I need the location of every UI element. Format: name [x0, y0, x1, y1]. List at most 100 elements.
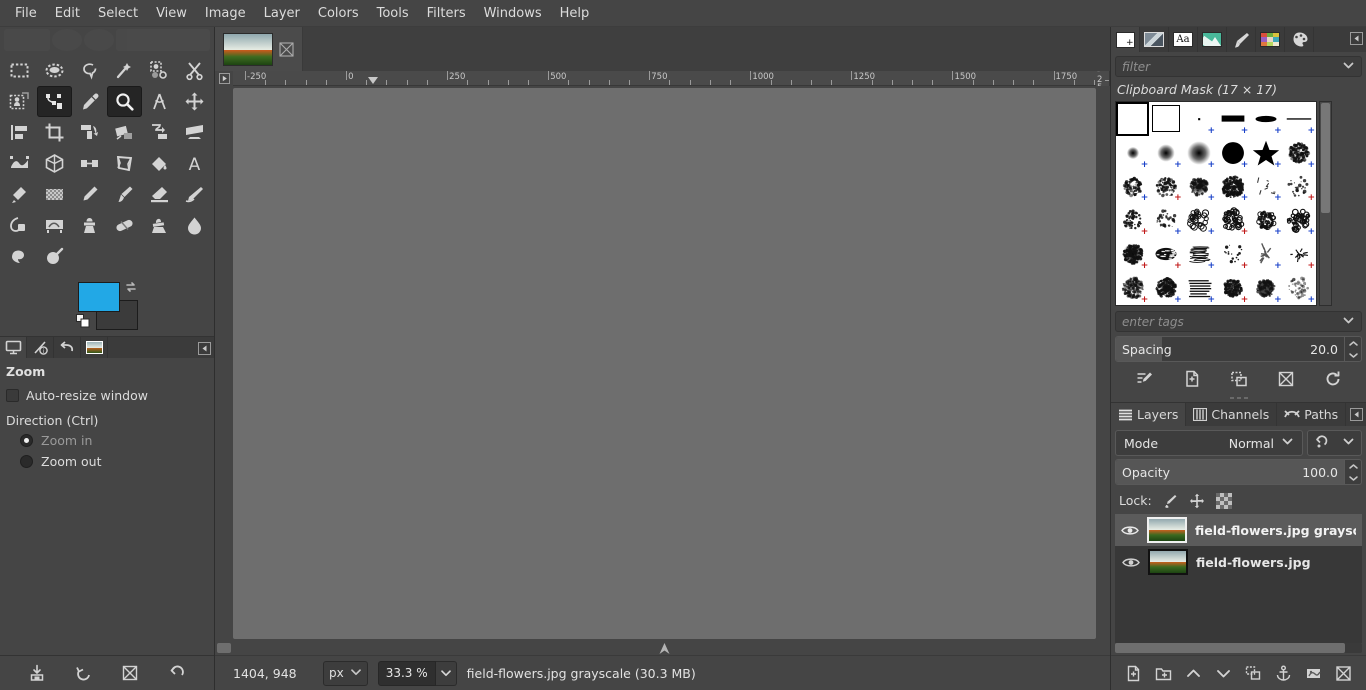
raise-layer-button[interactable] [1182, 661, 1206, 685]
tool-zoom[interactable] [107, 86, 142, 117]
edit-brush-button[interactable] [1133, 367, 1157, 391]
tool-free-select[interactable] [72, 55, 107, 86]
tool-move[interactable] [177, 86, 212, 117]
tool-perspective-clone[interactable] [142, 210, 177, 241]
tool-ink[interactable] [2, 210, 37, 241]
anchor-layer-button[interactable] [1271, 661, 1295, 685]
tool-scale[interactable] [107, 117, 142, 148]
brush-item[interactable] [1116, 102, 1149, 136]
brush-item[interactable]: + [1216, 136, 1249, 170]
duplicate-brush-button[interactable] [1227, 367, 1251, 391]
delete-brush-button[interactable] [1274, 367, 1298, 391]
layers-menu-button[interactable] [1349, 407, 1363, 421]
menu-help[interactable]: Help [551, 3, 599, 24]
tool-smudge[interactable] [2, 241, 37, 272]
tool-unified-transform[interactable] [2, 148, 37, 179]
menu-file[interactable]: File [6, 3, 46, 24]
tool-fuzzy-select[interactable] [107, 55, 142, 86]
menu-layer[interactable]: Layer [255, 3, 309, 24]
tool-paths[interactable] [37, 86, 72, 117]
tab-fonts[interactable]: Aa [1169, 27, 1198, 52]
duplicate-layer-button[interactable] [1241, 661, 1265, 685]
tab-undo-history[interactable] [54, 337, 81, 358]
tool-airbrush[interactable] [177, 179, 212, 210]
vertical-ruler[interactable]: -250025050075010001250 [1096, 71, 1110, 86]
brush-item[interactable]: + [1216, 237, 1249, 271]
tool-perspective[interactable] [177, 117, 212, 148]
brush-item[interactable]: + [1116, 237, 1149, 271]
tool-heal[interactable] [107, 210, 142, 241]
lock-position-button[interactable] [1189, 492, 1206, 509]
tab-paint-dynamics[interactable] [1227, 27, 1256, 52]
new-layer-button[interactable] [1122, 661, 1146, 685]
brush-item[interactable]: + [1116, 136, 1149, 170]
menu-tools[interactable]: Tools [368, 3, 418, 24]
brush-item[interactable]: + [1283, 102, 1316, 136]
tab-paths[interactable]: Paths [1277, 403, 1347, 426]
tool-shear[interactable] [142, 117, 177, 148]
new-brush-button[interactable] [1180, 367, 1204, 391]
tool-alignment[interactable] [2, 117, 37, 148]
brush-item[interactable]: + [1283, 271, 1316, 305]
reset-colors-icon[interactable] [76, 314, 90, 328]
tool-handle-transform[interactable] [37, 148, 72, 179]
brush-item[interactable]: + [1116, 271, 1149, 305]
tab-colormap[interactable] [1285, 27, 1314, 52]
swap-colors-icon[interactable] [124, 280, 138, 294]
navigation-preview-button[interactable] [233, 641, 1096, 655]
brush-item[interactable]: + [1249, 170, 1282, 204]
layers-horizontal-scrollbar[interactable] [1115, 643, 1362, 653]
menu-view[interactable]: View [147, 3, 196, 24]
tab-images[interactable] [81, 337, 108, 358]
spacing-slider[interactable]: Spacing 20.0 [1115, 336, 1345, 362]
lock-pixels-button[interactable] [1162, 492, 1179, 509]
auto-resize-window-option[interactable]: Auto-resize window [0, 385, 214, 406]
brush-item[interactable]: + [1183, 136, 1216, 170]
tool-rotate[interactable] [72, 117, 107, 148]
tab-layers[interactable]: Layers [1111, 403, 1187, 426]
zoom-out-option[interactable]: Zoom out [0, 451, 214, 472]
brush-item[interactable]: + [1183, 170, 1216, 204]
tab-gradients[interactable] [1198, 27, 1227, 52]
brush-item[interactable]: + [1116, 170, 1149, 204]
tool-mypaint-brush[interactable] [37, 210, 72, 241]
layer-row[interactable]: field-flowers.jpg [1115, 546, 1362, 578]
menu-colors[interactable]: Colors [309, 3, 368, 24]
tool-crop[interactable] [37, 117, 72, 148]
zoom-out-radio[interactable] [20, 455, 33, 468]
close-icon[interactable] [279, 41, 294, 57]
menu-select[interactable]: Select [89, 3, 147, 24]
tool-eraser[interactable] [142, 179, 177, 210]
tool-flip[interactable] [72, 148, 107, 179]
tool-scissors-select[interactable] [177, 55, 212, 86]
brush-item[interactable]: + [1249, 237, 1282, 271]
layer-mode-combo[interactable]: Mode Normal [1115, 430, 1303, 456]
image-tab[interactable] [215, 27, 303, 71]
tab-palettes[interactable] [1256, 27, 1285, 52]
new-layer-group-button[interactable] [1152, 661, 1176, 685]
menu-image[interactable]: Image [196, 3, 255, 24]
layer-row[interactable]: field-flowers.jpg graysca [1115, 514, 1362, 546]
brush-item[interactable]: + [1149, 203, 1182, 237]
brush-item[interactable]: + [1149, 136, 1182, 170]
canvas-vertical-scrollbar[interactable] [233, 86, 1096, 641]
brush-item[interactable]: + [1249, 102, 1282, 136]
brush-grid-scrollbar[interactable] [1319, 101, 1332, 306]
menu-windows[interactable]: Windows [475, 3, 551, 24]
tool-select-by-color[interactable] [142, 55, 177, 86]
canvas-viewport[interactable] [215, 86, 233, 641]
foreground-color-swatch[interactable] [78, 282, 120, 312]
tab-brushes[interactable]: + [1111, 27, 1140, 52]
horizontal-ruler[interactable]: -250025050075010001250150017502000 [233, 71, 1096, 86]
tool-bucket-fill[interactable] [142, 148, 177, 179]
ruler-menu-button[interactable] [215, 71, 233, 86]
delete-tool-preset-button[interactable] [117, 660, 143, 686]
tool-foreground-select[interactable] [2, 86, 37, 117]
lower-layer-button[interactable] [1212, 661, 1236, 685]
chevron-down-icon[interactable] [1342, 314, 1355, 330]
tool-clone[interactable] [72, 210, 107, 241]
tool-color-picker[interactable] [72, 86, 107, 117]
brush-item[interactable]: + [1149, 237, 1182, 271]
tool-cage-transform[interactable] [107, 148, 142, 179]
brush-item[interactable]: + [1249, 271, 1282, 305]
